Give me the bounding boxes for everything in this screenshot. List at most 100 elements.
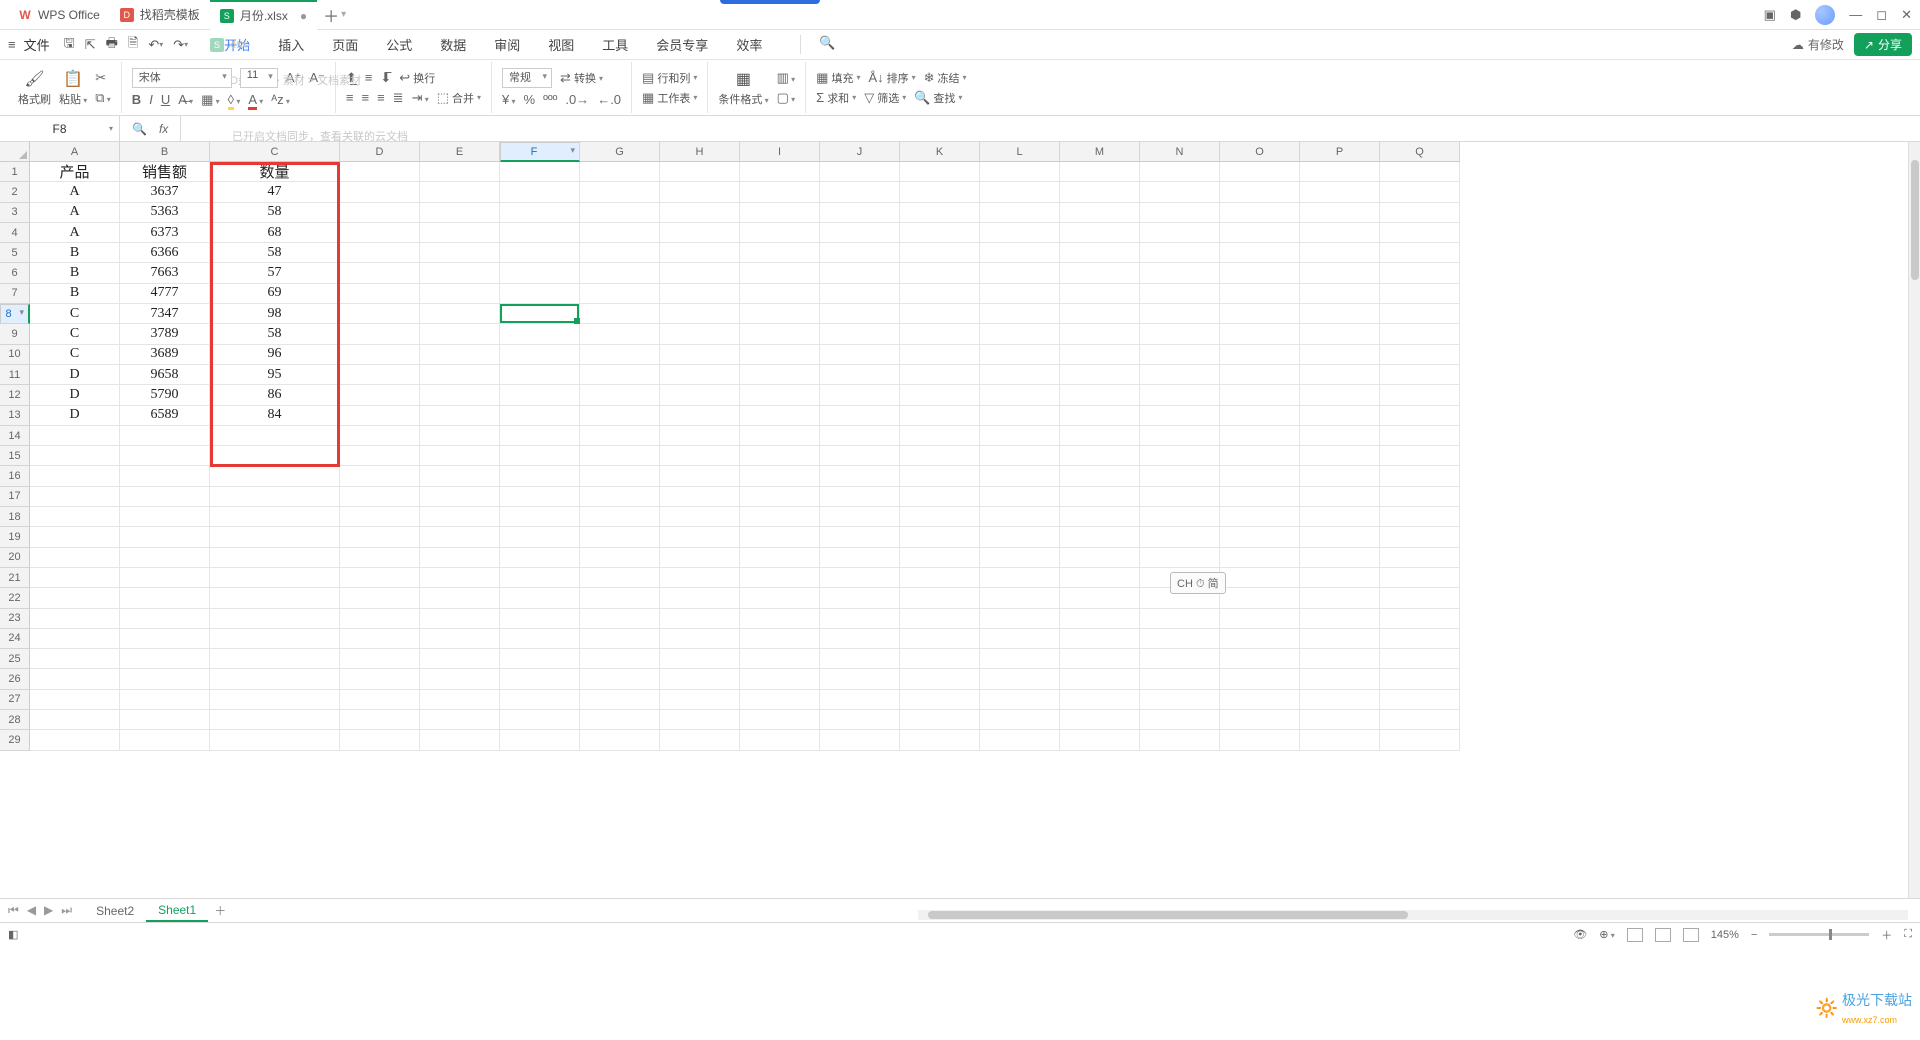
cell-A2[interactable]: A xyxy=(30,182,120,202)
cell-J3[interactable] xyxy=(820,203,900,223)
ribbon-search-icon[interactable]: 🔍 xyxy=(800,35,835,54)
cell-C10[interactable]: 96 xyxy=(210,345,340,365)
cell-D18[interactable] xyxy=(340,507,420,527)
undo-icon[interactable]: ↶ xyxy=(148,34,163,56)
cell-A22[interactable] xyxy=(30,588,120,608)
cell-H12[interactable] xyxy=(660,385,740,405)
cell-K29[interactable] xyxy=(900,730,980,750)
increase-font-icon[interactable]: A⁺ xyxy=(286,70,302,86)
cell-A18[interactable] xyxy=(30,507,120,527)
cell-D25[interactable] xyxy=(340,649,420,669)
cell-G18[interactable] xyxy=(580,507,660,527)
italic-button[interactable]: I xyxy=(149,92,153,107)
cell-K8[interactable] xyxy=(900,304,980,324)
cell-A15[interactable] xyxy=(30,446,120,466)
row-header-23[interactable]: 23 xyxy=(0,609,30,629)
cell-L9[interactable] xyxy=(980,324,1060,344)
cell-H20[interactable] xyxy=(660,548,740,568)
cell-E24[interactable] xyxy=(420,629,500,649)
cell-O3[interactable] xyxy=(1220,203,1300,223)
cell-J27[interactable] xyxy=(820,690,900,710)
cell-A1[interactable]: 产品 xyxy=(30,162,120,182)
cell-B17[interactable] xyxy=(120,487,210,507)
cell-J4[interactable] xyxy=(820,223,900,243)
cell-D14[interactable] xyxy=(340,426,420,446)
col-header-F[interactable]: F xyxy=(500,142,580,162)
cell-P3[interactable] xyxy=(1300,203,1380,223)
cell-L13[interactable] xyxy=(980,406,1060,426)
cell-B27[interactable] xyxy=(120,690,210,710)
font-size-select[interactable]: 11 xyxy=(240,68,278,88)
preview-icon[interactable]: 🗎 xyxy=(128,34,138,56)
cell-H21[interactable] xyxy=(660,568,740,588)
cell-D16[interactable] xyxy=(340,466,420,486)
hamburger-icon[interactable]: ≡ xyxy=(8,37,16,52)
cell-E25[interactable] xyxy=(420,649,500,669)
fill-color-button[interactable]: ◊ xyxy=(228,92,241,107)
cell-Q19[interactable] xyxy=(1380,527,1460,547)
cell-E11[interactable] xyxy=(420,365,500,385)
row-header-10[interactable]: 10 xyxy=(0,345,30,365)
cell-D1[interactable] xyxy=(340,162,420,182)
cell-D29[interactable] xyxy=(340,730,420,750)
cell-F5[interactable] xyxy=(500,243,580,263)
cell-J26[interactable] xyxy=(820,669,900,689)
cell-O13[interactable] xyxy=(1220,406,1300,426)
tab-member[interactable]: 会员专享 xyxy=(656,35,708,54)
cell-K1[interactable] xyxy=(900,162,980,182)
cell-J25[interactable] xyxy=(820,649,900,669)
cell-K20[interactable] xyxy=(900,548,980,568)
cell-G14[interactable] xyxy=(580,426,660,446)
cell-M6[interactable] xyxy=(1060,263,1140,283)
col-header-D[interactable]: D xyxy=(340,142,420,162)
cell-C2[interactable]: 47 xyxy=(210,182,340,202)
cell-D3[interactable] xyxy=(340,203,420,223)
cell-I10[interactable] xyxy=(740,345,820,365)
cell-Q14[interactable] xyxy=(1380,426,1460,446)
cell-C14[interactable] xyxy=(210,426,340,446)
cell-B29[interactable] xyxy=(120,730,210,750)
cell-N1[interactable] xyxy=(1140,162,1220,182)
cell-B21[interactable] xyxy=(120,568,210,588)
cell-J11[interactable] xyxy=(820,365,900,385)
cell-C29[interactable] xyxy=(210,730,340,750)
cell-Q11[interactable] xyxy=(1380,365,1460,385)
cell-B2[interactable]: 3637 xyxy=(120,182,210,202)
cell-C17[interactable] xyxy=(210,487,340,507)
col-header-H[interactable]: H xyxy=(660,142,740,162)
tab-view[interactable]: 视图 xyxy=(548,35,574,54)
cell-M15[interactable] xyxy=(1060,446,1140,466)
cell-H15[interactable] xyxy=(660,446,740,466)
cell-G3[interactable] xyxy=(580,203,660,223)
underline-button[interactable]: U xyxy=(161,92,170,107)
cell-F29[interactable] xyxy=(500,730,580,750)
row-header-20[interactable]: 20 xyxy=(0,548,30,568)
cell-A26[interactable] xyxy=(30,669,120,689)
cell-H11[interactable] xyxy=(660,365,740,385)
border-button[interactable]: ▦ xyxy=(201,92,220,108)
cell-J13[interactable] xyxy=(820,406,900,426)
font-color-button[interactable]: A xyxy=(248,92,263,107)
cell-J28[interactable] xyxy=(820,710,900,730)
cell-K2[interactable] xyxy=(900,182,980,202)
cell-B1[interactable]: 销售额 xyxy=(120,162,210,182)
cell-H16[interactable] xyxy=(660,466,740,486)
cell-J6[interactable] xyxy=(820,263,900,283)
cell-H29[interactable] xyxy=(660,730,740,750)
cell-D11[interactable] xyxy=(340,365,420,385)
cell-E6[interactable] xyxy=(420,263,500,283)
cell-F11[interactable] xyxy=(500,365,580,385)
cell-J9[interactable] xyxy=(820,324,900,344)
cell-D21[interactable] xyxy=(340,568,420,588)
convert-button[interactable]: ⇄转换 xyxy=(560,70,603,86)
cell-I29[interactable] xyxy=(740,730,820,750)
cell-I6[interactable] xyxy=(740,263,820,283)
cell-I2[interactable] xyxy=(740,182,820,202)
cell-D20[interactable] xyxy=(340,548,420,568)
cell-N19[interactable] xyxy=(1140,527,1220,547)
cell-E9[interactable] xyxy=(420,324,500,344)
cell-Q29[interactable] xyxy=(1380,730,1460,750)
cells-area[interactable]: 产品销售额数量A363747A536358A637368B636658B7663… xyxy=(30,162,1460,751)
cell-C6[interactable]: 57 xyxy=(210,263,340,283)
cell-I23[interactable] xyxy=(740,609,820,629)
